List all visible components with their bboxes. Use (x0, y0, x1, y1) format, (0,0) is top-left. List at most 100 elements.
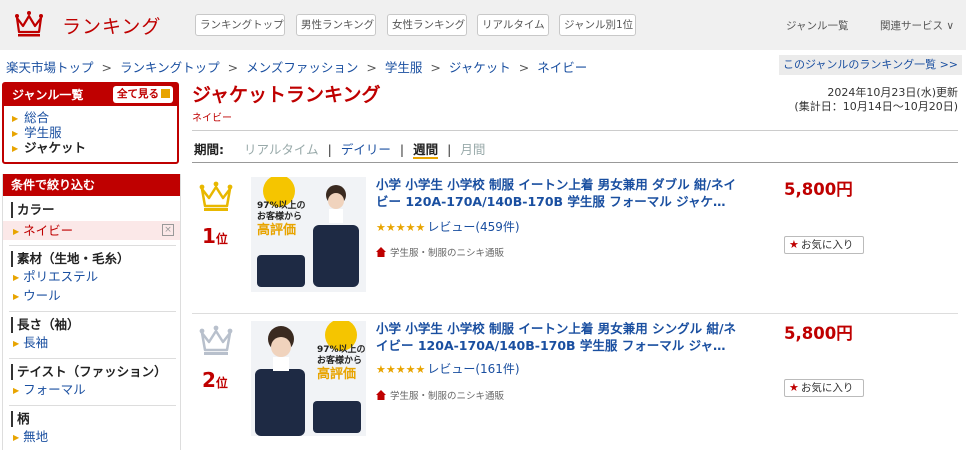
badge-text: お客様から (317, 356, 363, 366)
filter-head-pattern: 柄 (11, 411, 180, 427)
period-daily[interactable]: デイリー (341, 142, 391, 157)
triangle-right-icon: ▶ (13, 273, 20, 282)
badge-text: 高評価 (317, 367, 357, 382)
filter-head-sleeve-length: 長さ（袖） (11, 317, 180, 333)
filter-option-wool[interactable]: ▶ ウール (3, 286, 180, 305)
product-image[interactable]: 97%以上の お客様から 高評価 (251, 177, 366, 292)
breadcrumb-separator: > (366, 60, 377, 75)
filter-option-label: ウール (23, 288, 61, 303)
shop-link[interactable]: 学生服・制服のニシキ通販 (376, 388, 504, 402)
breadcrumb-separator: > (518, 60, 530, 75)
filter-group-color: カラー ▶ ネイビー × (3, 202, 180, 240)
filter-option-label: フォーマル (23, 382, 86, 397)
review-badge: 97%以上の お客様から 高評価 (317, 345, 366, 383)
crown-logo-icon[interactable] (14, 10, 44, 38)
period-selector: 期間: リアルタイム | デイリー | 週間 | 月間 (194, 142, 486, 159)
genre-item-overall[interactable]: ▶ 総合 (12, 110, 177, 125)
review-rating: ★★★★★ レビュー(459件) (376, 218, 520, 235)
see-all-label: 全て見る (117, 88, 159, 100)
page-title: ジャケットランキング (192, 84, 381, 106)
filter-option-formal[interactable]: ▶ フォーマル (3, 380, 180, 399)
divider (192, 130, 958, 131)
breadcrumb-rakuten-top[interactable]: 楽天市場トップ (6, 60, 94, 75)
filter-option-polyester[interactable]: ▶ ポリエステル (3, 267, 180, 286)
genre-item-label: 学生服 (24, 125, 62, 140)
triangle-right-icon: ▶ (13, 227, 20, 236)
breadcrumb-jacket[interactable]: ジャケット (449, 60, 511, 75)
star-rating-icon: ★★★★★ (376, 363, 426, 376)
filter-head-material: 素材（生地・毛糸） (11, 251, 180, 267)
page-subtitle: ネイビー (192, 113, 232, 124)
genre-item-school-uniform[interactable]: ▶ 学生服 (12, 125, 177, 140)
shop-link[interactable]: 学生服・制服のニシキ通販 (376, 245, 504, 259)
review-rating: ★★★★★ レビュー(161件) (376, 360, 520, 377)
breadcrumb: 楽天市場トップ > ランキングトップ > メンズファッション > 学生服 > ジャケット > ネイビ… (6, 57, 587, 76)
rank-suffix: 位 (215, 376, 228, 390)
shop-house-icon (376, 390, 386, 400)
logo-text[interactable]: ランキング (62, 12, 161, 39)
see-all-button[interactable]: 全て見る (113, 86, 173, 103)
ranking-item: 1位 97%以上の お客様から 高評価 小学 小学生 小学校 制服 イートン上着… (192, 174, 958, 314)
filter-head-taste: テイスト（ファッション） (11, 364, 180, 380)
shop-house-icon (376, 247, 386, 257)
genre-item-label: ジャケット (24, 140, 87, 155)
arrow-square-icon (161, 89, 170, 98)
tab-genre-first[interactable]: ジャンル別1位 (559, 14, 636, 36)
silver-crown-icon (199, 325, 233, 355)
rank-value: 2 (202, 368, 216, 392)
period-realtime: リアルタイム (244, 142, 319, 157)
add-favorite-button[interactable]: ★ お気に入り (784, 236, 864, 254)
badge-text: 97%以上の (257, 201, 306, 211)
divider (192, 313, 958, 314)
shop-name: 学生服・制服のニシキ通販 (390, 248, 505, 259)
tab-women-ranking[interactable]: 女性ランキング (387, 14, 467, 36)
filter-option-label: ポリエステル (23, 269, 99, 284)
divider (9, 245, 176, 246)
filter-option-label: ネイビー (23, 223, 74, 238)
rank-number: 1位 (202, 224, 228, 248)
header-genre-list-link[interactable]: ジャンル一覧 (786, 18, 848, 33)
related-services-menu[interactable]: 関連サービス ∨ (880, 18, 954, 33)
triangle-right-icon: ▶ (13, 433, 20, 442)
breadcrumb-school-uniform[interactable]: 学生服 (385, 60, 423, 75)
favorite-label: お気に入り (800, 382, 854, 394)
product-title-link[interactable]: 小学 小学生 小学校 制服 イートン上着 男女兼用 シングル 紺/ネイビー 12… (376, 320, 748, 354)
filter-group-material: 素材（生地・毛糸） ▶ ポリエステル ▶ ウール (3, 251, 180, 305)
genre-ranking-list-link[interactable]: このジャンルのランキング一覧 >> (779, 55, 962, 75)
product-image[interactable]: 97%以上の お客様から 高評価 (251, 321, 366, 436)
triangle-right-icon: ▶ (12, 129, 19, 138)
product-price: 5,800円 (784, 324, 853, 343)
star-rating-icon: ★★★★★ (376, 221, 426, 234)
shop-name: 学生服・制服のニシキ通販 (390, 391, 505, 402)
product-title-link[interactable]: 小学 小学生 小学校 制服 イートン上着 男女兼用 ダブル 紺/ネイビー 120… (376, 176, 748, 210)
filter-option-long-sleeve[interactable]: ▶ 長袖 (3, 333, 180, 352)
filter-group-sleeve-length: 長さ（袖） ▶ 長袖 (3, 317, 180, 352)
star-icon: ★ (789, 238, 799, 251)
filter-title: 条件で絞り込む (3, 174, 180, 196)
tab-realtime[interactable]: リアルタイム (477, 14, 549, 36)
breadcrumb-separator: > (227, 60, 239, 75)
divider (192, 162, 958, 163)
breadcrumb-navy[interactable]: ネイビー (537, 60, 587, 75)
review-count-link[interactable]: レビュー(161件) (427, 362, 519, 376)
tab-men-ranking[interactable]: 男性ランキング (296, 14, 376, 36)
breadcrumb-mens-fashion[interactable]: メンズファッション (246, 60, 358, 75)
period-monthly: 月間 (460, 142, 486, 157)
ranking-item: 2位 97%以上の お客様から 高評価 小学 小学生 小学校 制服 イートン上着… (192, 318, 958, 448)
add-favorite-button[interactable]: ★ お気に入り (784, 379, 864, 397)
filter-option-navy[interactable]: ▶ ネイビー × (3, 221, 180, 240)
updated-date: 2024年10月23日(水)更新 (827, 86, 958, 99)
rank-number: 2位 (202, 368, 228, 392)
genre-list-title: ジャンル一覧 (12, 88, 84, 102)
filter-option-plain[interactable]: ▶ 無地 (3, 427, 180, 446)
breadcrumb-ranking-top[interactable]: ランキングトップ (120, 60, 220, 75)
rank-value: 1 (202, 224, 216, 248)
review-count-link[interactable]: レビュー(459件) (427, 220, 519, 234)
tab-ranking-top[interactable]: ランキングトップ (195, 14, 285, 36)
product-price: 5,800円 (784, 180, 853, 199)
filter-group-pattern: 柄 ▶ 無地 (3, 411, 180, 446)
updated-info: 2024年10月23日(水)更新 (集計日：10月14日～10月20日) (794, 86, 958, 114)
rank-suffix: 位 (215, 232, 228, 246)
clear-filter-icon[interactable]: × (162, 224, 174, 236)
genre-list-bar: ジャンル一覧 全て見る (4, 84, 177, 106)
